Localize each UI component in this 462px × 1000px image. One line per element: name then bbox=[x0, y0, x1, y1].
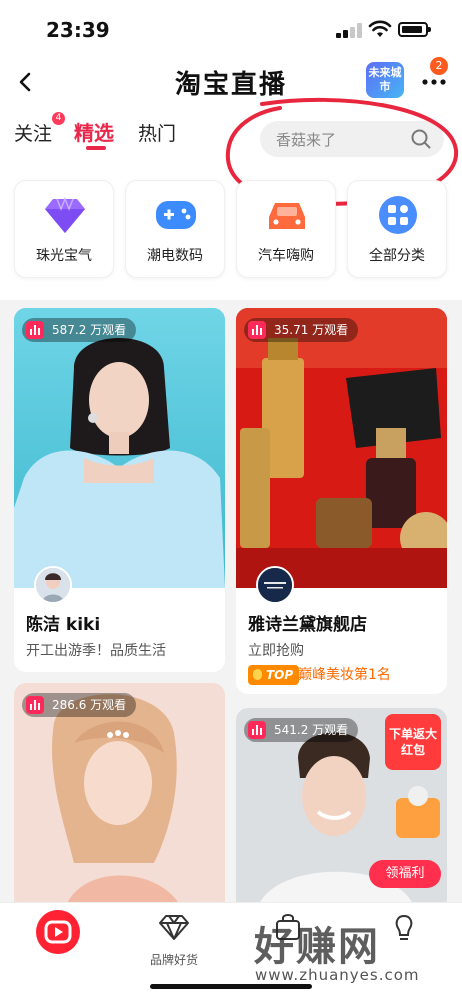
lightbulb-icon bbox=[395, 914, 413, 940]
live-icon bbox=[248, 321, 266, 339]
streamer-name: 陈洁 kiki bbox=[26, 615, 101, 635]
battery-icon bbox=[398, 22, 431, 37]
watermark-url: www.zhuanyes.com bbox=[255, 966, 420, 984]
avatar[interactable] bbox=[34, 566, 72, 604]
tab-follow[interactable]: 关注 bbox=[14, 119, 52, 146]
search-input[interactable]: 香菇来了 bbox=[260, 121, 444, 157]
watermark-text: 好赚网 bbox=[254, 924, 380, 970]
live-icon bbox=[26, 321, 44, 339]
wifi-icon bbox=[368, 20, 392, 37]
gamepad-icon bbox=[156, 201, 196, 229]
live-cover-image bbox=[14, 683, 225, 913]
category-label: 汽车嗨购 bbox=[258, 248, 314, 264]
live-icon bbox=[248, 721, 266, 739]
category-label: 潮电数码 bbox=[147, 248, 203, 264]
live-cover-image bbox=[236, 308, 447, 588]
tab-follow-badge: 4 bbox=[52, 112, 65, 125]
stream-subtitle: 开工出游季！品质生活 bbox=[26, 643, 166, 659]
bottom-tab-label: 品牌好货 bbox=[149, 953, 198, 967]
more-icon[interactable] bbox=[420, 72, 448, 92]
live-card-4[interactable]: 541.2 万观看 下单返大红包 领福利 bbox=[236, 708, 447, 913]
tab-featured[interactable]: 精选 bbox=[74, 117, 114, 146]
category-label: 珠光宝气 bbox=[36, 248, 92, 264]
live-home-icon bbox=[36, 910, 80, 954]
viewer-count: 286.6 万观看 bbox=[22, 693, 137, 717]
signal-icon bbox=[336, 22, 362, 38]
status-time: 23:39 bbox=[46, 18, 110, 42]
brand-logo[interactable]: 未来城市 bbox=[366, 62, 404, 98]
live-card-1[interactable]: 587.2 万观看 陈洁 kiki 开工出游季！品质生活 bbox=[14, 308, 225, 672]
category-car[interactable]: 汽车嗨购 bbox=[236, 180, 336, 278]
live-cover-image bbox=[14, 308, 225, 588]
category-jewelry[interactable]: 珠光宝气 bbox=[14, 180, 114, 278]
stream-subtitle: 立即抢购 bbox=[248, 643, 304, 659]
bottom-tab-brand[interactable]: 品牌好货 bbox=[128, 911, 220, 968]
benefit-button[interactable]: 领福利 bbox=[369, 860, 441, 888]
viewer-count: 541.2 万观看 bbox=[244, 718, 359, 742]
diamond-icon bbox=[45, 196, 85, 233]
viewer-count: 587.2 万观看 bbox=[22, 318, 137, 342]
viewer-count: 35.71 万观看 bbox=[244, 318, 359, 342]
diamond-outline-icon bbox=[159, 915, 189, 940]
red-envelope-promo[interactable]: 下单返大红包 bbox=[385, 714, 441, 770]
top-badge: TOP bbox=[248, 665, 300, 685]
live-icon bbox=[26, 696, 44, 714]
live-card-3[interactable]: 286.6 万观看 bbox=[14, 683, 225, 913]
live-card-2[interactable]: 35.71 万观看 雅诗兰黛旗舰店 立即抢购 TOP 巅峰美妆第1名 bbox=[236, 308, 447, 694]
category-all[interactable]: 全部分类 bbox=[347, 180, 447, 278]
bottom-tab-live[interactable] bbox=[12, 909, 104, 959]
grid-icon bbox=[379, 196, 417, 234]
category-digital[interactable]: 潮电数码 bbox=[125, 180, 225, 278]
search-icon[interactable] bbox=[410, 128, 432, 150]
search-placeholder: 香菇来了 bbox=[276, 131, 337, 149]
home-indicator bbox=[150, 984, 312, 989]
tab-hot[interactable]: 热门 bbox=[138, 119, 176, 146]
active-tab-indicator bbox=[86, 146, 106, 150]
brand-avatar[interactable] bbox=[256, 566, 294, 604]
status-bar: 23:39 bbox=[0, 0, 462, 60]
rank-text: 巅峰美妆第1名 bbox=[298, 667, 391, 683]
category-label: 全部分类 bbox=[369, 248, 425, 264]
store-name: 雅诗兰黛旗舰店 bbox=[248, 615, 367, 635]
car-icon bbox=[269, 203, 305, 229]
notification-badge: 2 bbox=[430, 57, 448, 75]
